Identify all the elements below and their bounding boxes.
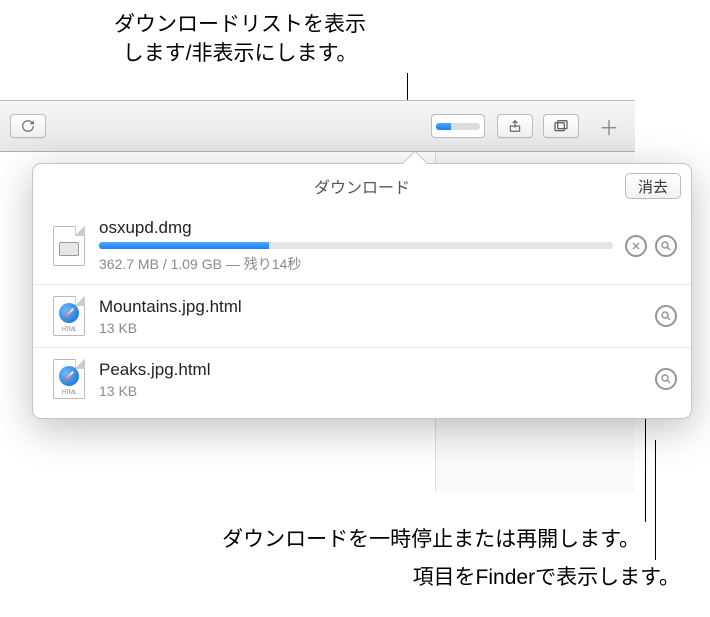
download-meta: 13 KB [99,320,643,336]
browser-toolbar: ＋ [0,100,635,152]
downloads-popover: ダウンロード 消去 osxupd.dmg 362.7 MB / 1.09 GB … [32,163,692,419]
download-item[interactable]: osxupd.dmg 362.7 MB / 1.09 GB — 残り14秒 [33,208,691,284]
new-tab-button[interactable]: ＋ [591,112,627,141]
magnify-icon [660,373,672,385]
show-in-finder-button[interactable] [655,235,677,257]
plus-icon: ＋ [599,112,619,141]
download-filename: Peaks.jpg.html [99,360,643,380]
annotation-pause-resume: ダウンロードを一時停止または再開します。 [80,525,640,554]
download-actions [655,368,677,390]
download-icon [51,225,87,267]
annotation-show-hide: ダウンロードリストを表示 します/非表示にします。 [90,10,390,69]
downloads-list: osxupd.dmg 362.7 MB / 1.09 GB — 残り14秒 HT… [33,208,691,418]
close-icon [630,240,642,252]
download-body: Peaks.jpg.html 13 KB [99,360,643,399]
reload-button[interactable] [10,114,46,138]
download-meta: 13 KB [99,383,643,399]
magnify-icon [660,240,672,252]
download-body: Mountains.jpg.html 13 KB [99,297,643,336]
download-progress-fill [99,242,269,249]
reload-icon [21,119,35,133]
clear-button[interactable]: 消去 [625,173,681,199]
download-actions [625,235,677,257]
downloads-button[interactable] [431,114,485,138]
popover-title: ダウンロード [314,174,410,198]
download-actions [655,305,677,327]
download-filename: osxupd.dmg [99,218,613,238]
popover-arrow [402,152,426,164]
share-icon [508,119,522,133]
downloads-progress-bar [436,123,480,130]
download-icon: HTML [51,358,87,400]
dmg-file-icon [53,226,85,266]
share-button[interactable] [497,114,533,138]
downloads-progress-fill [436,123,451,130]
html-file-icon: HTML [53,359,85,399]
magnify-icon [660,310,672,322]
download-body: osxupd.dmg 362.7 MB / 1.09 GB — 残り14秒 [99,218,613,274]
download-meta: 362.7 MB / 1.09 GB — 残り14秒 [99,254,613,274]
download-item[interactable]: HTML Peaks.jpg.html 13 KB [33,347,691,410]
annotation-show-in-finder: 項目をFinderで表示します。 [300,563,680,592]
download-progress-bar [99,242,613,249]
show-in-finder-button[interactable] [655,368,677,390]
popover-header: ダウンロード 消去 [33,164,691,208]
tabs-icon [553,119,569,133]
stop-download-button[interactable] [625,235,647,257]
show-in-finder-button[interactable] [655,305,677,327]
show-tabs-button[interactable] [543,114,579,138]
callout-line [655,440,656,560]
html-file-icon: HTML [53,296,85,336]
download-item[interactable]: HTML Mountains.jpg.html 13 KB [33,284,691,347]
download-icon: HTML [51,295,87,337]
download-filename: Mountains.jpg.html [99,297,643,317]
